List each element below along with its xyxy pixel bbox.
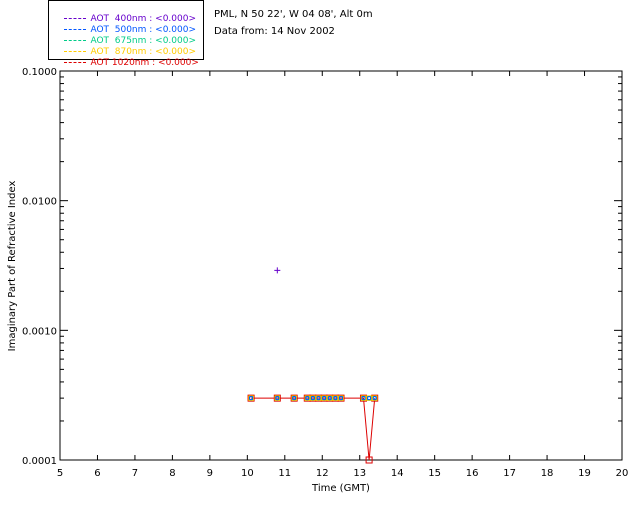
data-date: Data from: 14 Nov 2002 [214,26,335,37]
x-axis-ticks: 5 6 7 8 9 10 11 12 13 14 15 16 17 18 19 20 [57,71,629,479]
legend-swatch [64,62,87,63]
x-tick-label: 5 [57,468,63,479]
x-axis-title: Time (GMT) [311,483,370,494]
legend-item-870nm: AOT 870nm : <0.000> [53,36,196,57]
data-point-500nm [248,396,254,401]
x-tick-label: 10 [241,468,254,479]
x-tick-label: 15 [428,468,441,479]
data-point-400nm [274,267,281,274]
x-tick-label: 8 [169,468,175,479]
x-tick-label: 18 [541,468,554,479]
x-tick-label: 19 [578,468,591,479]
y-tick-label: 0.0001 [22,456,57,467]
y-axis-ticks: 0.0001 0.0010 0.0100 0.1000 [22,67,622,467]
y-tick-label: 0.0100 [22,197,57,208]
x-tick-label: 14 [391,468,404,479]
x-tick-label: 11 [278,468,291,479]
legend-item-500nm: AOT 500nm : <0.000> [53,14,196,35]
x-tick-label: 17 [503,468,516,479]
x-tick-label: 7 [132,468,138,479]
chart: 5 6 7 8 9 10 11 12 13 14 15 16 17 18 19 20 0.0001 0.0010… [7,67,629,494]
y-tick-label: 0.1000 [22,67,57,78]
series-line-1020nm [251,397,376,461]
x-tick-label: 16 [466,468,479,479]
legend: AOT 400nm : <0.000> AOT 500nm : <0.000> … [48,0,204,68]
x-tick-label: 6 [94,468,100,479]
x-tick-label: 20 [616,468,629,479]
legend-item-675nm: AOT 675nm : <0.000> [53,25,196,46]
legend-label: AOT 1020nm : <0.000> [90,58,199,68]
series-layer [247,267,379,464]
y-axis-title: Imaginary Part of Refractive Index [7,181,18,352]
site-location: PML, N 50 22', W 04 08', Alt 0m [214,9,373,20]
x-tick-label: 9 [207,468,213,479]
data-point-500nm [367,396,372,401]
legend-item-1020nm: AOT 1020nm : <0.000> [53,47,199,68]
plot-frame [59,70,623,461]
y-tick-label: 0.0010 [22,326,57,337]
site-info: PML, N 50 22', W 04 08', Alt 0m Data from… [214,6,373,40]
legend-item-400nm: AOT 400nm : <0.000> [53,3,196,24]
x-tick-label: 13 [353,468,366,479]
x-tick-label: 12 [316,468,329,479]
